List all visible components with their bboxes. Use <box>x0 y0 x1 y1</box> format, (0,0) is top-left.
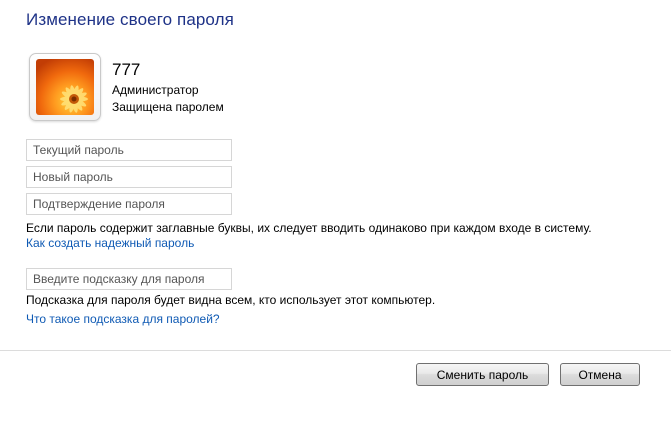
user-name: 777 <box>112 60 141 79</box>
hint-visibility-note: Подсказка для пароля будет видна всем, к… <box>26 293 436 307</box>
page-title: Изменение своего пароля <box>26 10 234 29</box>
flower-avatar-icon <box>36 59 94 115</box>
password-hint-field[interactable] <box>26 268 232 290</box>
change-password-button[interactable]: Сменить пароль <box>416 363 549 386</box>
user-role: Администратор <box>112 83 199 97</box>
change-password-page: Изменение своего пароля 777 Администрато… <box>0 0 671 430</box>
user-password-status: Защищена паролем <box>112 100 224 114</box>
case-sensitivity-note: Если пароль содержит заглавные буквы, их… <box>26 221 592 235</box>
divider <box>0 350 671 351</box>
current-password-field[interactable] <box>26 139 232 161</box>
password-hint-help-link[interactable]: Что такое подсказка для паролей? <box>26 312 220 326</box>
cancel-button[interactable]: Отмена <box>560 363 640 386</box>
avatar <box>29 53 101 121</box>
strong-password-link[interactable]: Как создать надежный пароль <box>26 236 194 250</box>
confirm-password-field[interactable] <box>26 193 232 215</box>
new-password-field[interactable] <box>26 166 232 188</box>
